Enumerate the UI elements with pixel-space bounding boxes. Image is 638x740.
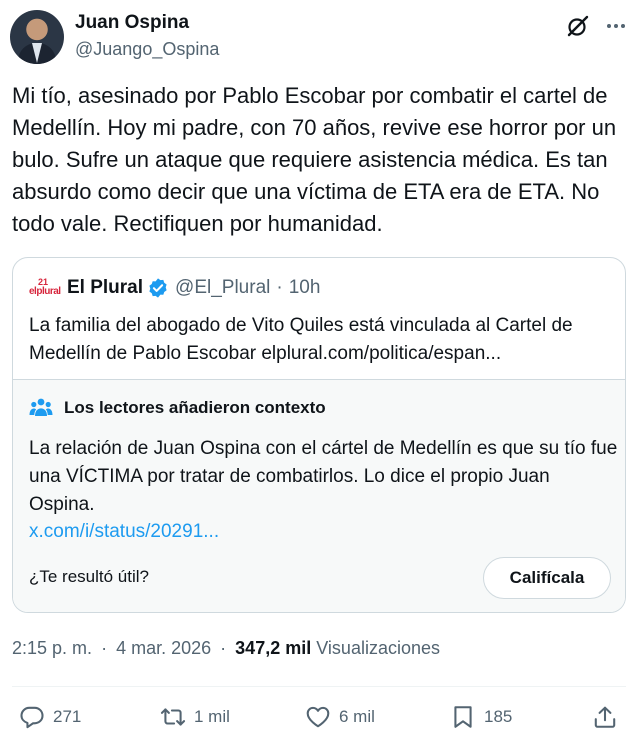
tweet-header: Juan Ospina @Juango_Ospina xyxy=(10,10,628,66)
author-handle[interactable]: @Juango_Ospina xyxy=(75,39,219,60)
tweet-time[interactable]: 2:15 p. m. xyxy=(12,638,92,658)
rate-note-button[interactable]: Califícala xyxy=(483,557,611,599)
community-note-link[interactable]: x.com/i/status/20291... xyxy=(29,521,219,543)
meta-separator: · xyxy=(276,277,283,298)
action-bar: 271 1 mil 6 mil 185 xyxy=(0,700,638,736)
tweet-meta: 2:15 p. m. · 4 mar. 2026 · 347,2 mil Vis… xyxy=(12,638,440,659)
divider xyxy=(12,686,626,687)
repost-count: 1 mil xyxy=(194,707,230,726)
elplural-logo[interactable]: 21 elplural xyxy=(29,277,61,299)
like-button[interactable]: 6 mil xyxy=(305,704,375,730)
tweet-date[interactable]: 4 mar. 2026 xyxy=(116,638,211,658)
quoted-tweet-time[interactable]: 10h xyxy=(289,277,321,299)
quoted-tweet-header: 21 elplural El Plural @El_Plural · 10h xyxy=(29,276,320,300)
quoted-author-name[interactable]: El Plural xyxy=(67,277,143,299)
community-note-header: Los lectores añadieron contexto xyxy=(29,397,326,419)
tweet-text: Mi tío, asesinado por Pablo Escobar por … xyxy=(12,83,617,236)
like-count: 6 mil xyxy=(339,707,375,726)
repost-icon xyxy=(160,708,186,726)
meta-separator: · xyxy=(220,638,227,658)
author-name[interactable]: Juan Ospina xyxy=(75,12,189,34)
repost-button[interactable]: 1 mil xyxy=(160,704,230,730)
reply-button[interactable]: 271 xyxy=(19,704,81,730)
share-icon xyxy=(594,706,616,728)
bookmark-button[interactable]: 185 xyxy=(450,704,512,730)
quoted-tweet-text: La familia del abogado de Vito Quiles es… xyxy=(29,315,573,364)
meta-separator: · xyxy=(101,638,108,658)
reply-icon xyxy=(20,706,44,729)
grok-icon[interactable] xyxy=(566,14,590,38)
reply-count: 271 xyxy=(53,707,82,726)
community-note-title: Los lectores añadieron contexto xyxy=(64,398,326,417)
bookmark-count: 185 xyxy=(484,707,513,726)
more-icon[interactable] xyxy=(604,14,628,38)
community-note: Los lectores añadieron contexto La relac… xyxy=(13,379,625,612)
community-note-text: La relación de Juan Ospina con el cártel… xyxy=(29,438,618,515)
quoted-author-handle[interactable]: @El_Plural xyxy=(175,277,270,299)
helpful-question: ¿Te resultó útil? xyxy=(29,567,149,586)
views-count: 347,2 mil xyxy=(235,638,312,658)
verified-badge-icon xyxy=(149,278,167,298)
share-button[interactable] xyxy=(592,704,626,730)
author-avatar[interactable] xyxy=(10,10,64,64)
views-label: Visualizaciones xyxy=(316,638,440,658)
people-icon xyxy=(29,398,53,416)
bookmark-icon xyxy=(454,706,472,728)
heart-icon xyxy=(306,706,330,728)
quoted-tweet[interactable]: 21 elplural El Plural @El_Plural · 10h L… xyxy=(12,257,626,613)
